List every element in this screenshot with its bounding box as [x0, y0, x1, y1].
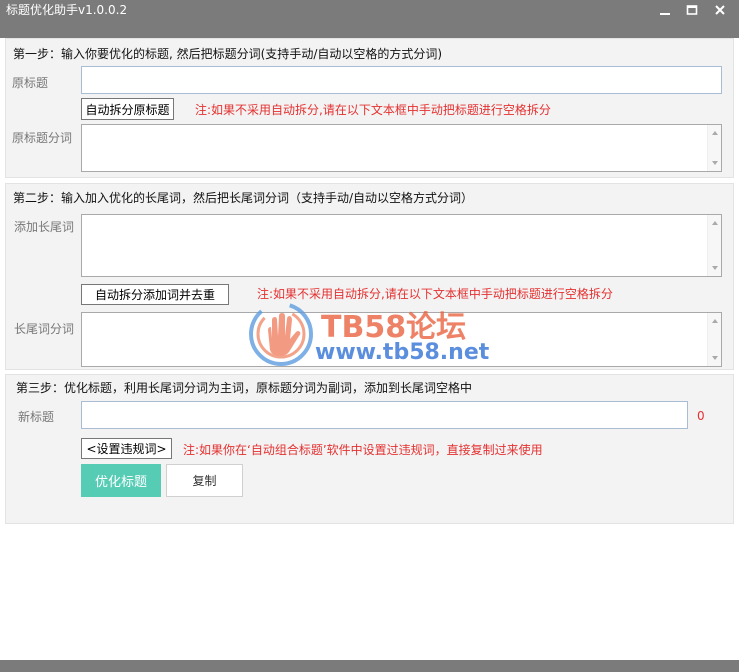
minimize-button[interactable]: [652, 4, 678, 22]
minimize-icon: [660, 13, 670, 15]
window-title: 标题优化助手v1.0.0.2: [6, 3, 128, 17]
step3-heading: 第三步：优化标题，利用长尾词分词为主词，原标题分词为副词，添加到长尾词空格中: [16, 381, 473, 395]
step3-panel: 第三步：优化标题，利用长尾词分词为主词，原标题分词为副词，添加到长尾词空格中 新…: [5, 374, 734, 524]
close-icon: [715, 5, 725, 15]
scroll-down-icon[interactable]: [712, 356, 718, 360]
step3-note: 注:如果你在‘自动组合标题’软件中设置过违规词，直接复制过来使用: [183, 443, 543, 457]
add-longtail-textarea[interactable]: [82, 215, 707, 276]
optimize-title-button[interactable]: 优化标题: [81, 464, 161, 497]
longtail-segment-scrollbar[interactable]: [707, 313, 721, 366]
add-longtail-label: 添加长尾词: [14, 220, 75, 234]
step2-note: 注:如果不采用自动拆分,请在以下文本框中手动把标题进行空格拆分: [257, 287, 613, 301]
longtail-segment-textarea[interactable]: [82, 313, 707, 366]
copy-button[interactable]: 复制: [166, 464, 243, 497]
bottom-bar: [0, 660, 739, 672]
scroll-up-icon[interactable]: [712, 221, 718, 225]
set-banned-words-button[interactable]: <设置违规词>: [81, 438, 172, 459]
original-title-label: 原标题: [12, 76, 49, 90]
step1-panel: 第一步：输入你要优化的标题, 然后把标题分词(支持手动/自动以空格的方式分词) …: [5, 38, 734, 178]
step1-heading: 第一步：输入你要优化的标题, 然后把标题分词(支持手动/自动以空格的方式分词): [13, 47, 443, 61]
new-title-field[interactable]: [81, 401, 688, 429]
scroll-up-icon[interactable]: [712, 131, 718, 135]
title-bar: 标题优化助手v1.0.0.2: [0, 0, 739, 38]
title-segment-label: 原标题分词: [12, 131, 73, 145]
add-longtail-box[interactable]: [81, 214, 722, 277]
title-segment-scrollbar[interactable]: [707, 125, 721, 171]
new-title-input[interactable]: [82, 402, 687, 428]
longtail-segment-label: 长尾词分词: [14, 322, 75, 336]
auto-split-longtail-button[interactable]: 自动拆分添加词并去重: [81, 284, 229, 305]
longtail-segment-box[interactable]: [81, 312, 722, 367]
auto-split-title-button[interactable]: 自动拆分原标题: [81, 98, 174, 120]
scroll-up-icon[interactable]: [712, 319, 718, 323]
title-segment-box[interactable]: [81, 124, 722, 172]
add-longtail-scrollbar[interactable]: [707, 215, 721, 276]
maximize-icon: [686, 5, 698, 15]
scroll-down-icon[interactable]: [712, 266, 718, 270]
step2-heading: 第二步：输入加入优化的长尾词，然后把长尾词分词（支持手动/自动以空格方式分词）: [13, 191, 474, 205]
char-count: 0: [697, 409, 705, 423]
step2-panel: 第二步：输入加入优化的长尾词，然后把长尾词分词（支持手动/自动以空格方式分词） …: [5, 183, 734, 370]
new-title-label: 新标题: [18, 410, 55, 424]
step1-note: 注:如果不采用自动拆分,请在以下文本框中手动把标题进行空格拆分: [195, 103, 551, 117]
scroll-down-icon[interactable]: [712, 161, 718, 165]
close-button[interactable]: [707, 4, 733, 22]
original-title-field[interactable]: [81, 66, 722, 94]
maximize-button[interactable]: [679, 4, 705, 22]
original-title-input[interactable]: [82, 67, 721, 93]
title-segment-textarea[interactable]: [82, 125, 707, 171]
